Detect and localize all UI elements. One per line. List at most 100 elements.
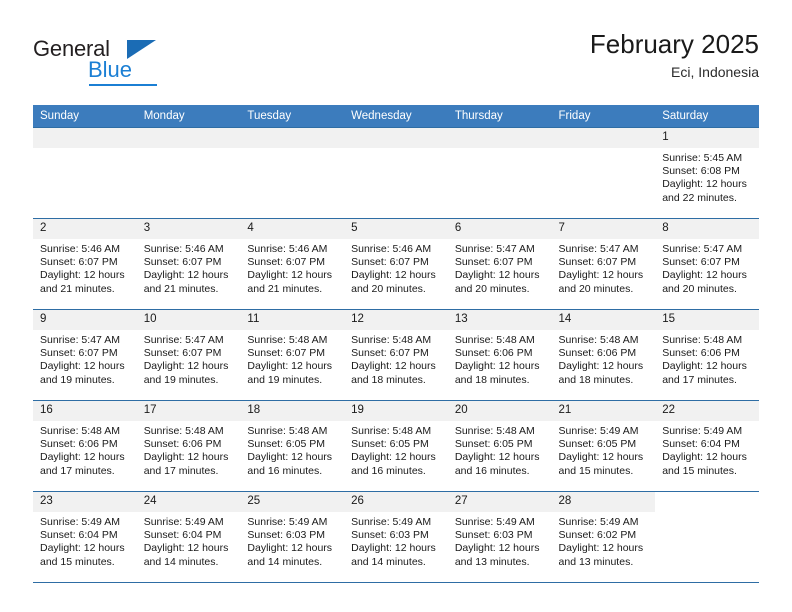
sunrise-text: Sunrise: 5:47 AM [662, 243, 743, 255]
weekday-header-thursday: Thursday [447, 105, 552, 128]
calendar-cell-empty [33, 127, 137, 219]
calendar-body: 1 Sunrise: 5:45 AM Sunset: 6:08 PM Daylight… [33, 127, 759, 583]
calendar-day-cell[interactable]: 12 Sunrise: 5:48 AM Sunset: 6:07 PM Dayligh… [344, 309, 448, 401]
day-number: 14 [551, 310, 656, 330]
sunrise-text: Sunrise: 5:49 AM [40, 516, 120, 528]
calendar-day-cell[interactable]: 26 Sunrise: 5:49 AM Sunset: 6:03 PM Dayligh… [344, 491, 448, 583]
calendar-day-cell[interactable]: 7 Sunrise: 5:47 AM Sunset: 6:07 PM Daylight… [551, 218, 656, 310]
calendar-table: Sunday Monday Tuesday Wednesday Thursday… [33, 105, 759, 583]
sun-info: Sunrise: 5:48 AM Sunset: 6:05 PM Daylight:… [344, 421, 448, 478]
day-number: 19 [344, 401, 448, 421]
logo-underline [89, 84, 157, 86]
sun-info: Sunrise: 5:47 AM Sunset: 6:07 PM Daylight:… [448, 239, 552, 296]
sunrise-text: Sunrise: 5:45 AM [662, 152, 743, 164]
sunset-text: Sunset: 6:05 PM [454, 438, 533, 451]
day-number: 12 [344, 310, 448, 330]
daylight-text: Daylight: 12 hours and 14 minutes. [351, 542, 436, 568]
sun-info: Sunrise: 5:47 AM Sunset: 6:07 PM Daylight:… [655, 239, 759, 296]
calendar-day-cell[interactable]: 3 Sunrise: 5:46 AM Sunset: 6:07 PM Daylight… [136, 218, 241, 310]
sunset-text: Sunset: 6:04 PM [40, 529, 118, 542]
daylight-text: Daylight: 12 hours and 17 minutes. [662, 360, 747, 386]
sun-info: Sunrise: 5:49 AM Sunset: 6:03 PM Daylight:… [344, 512, 448, 569]
calendar-day-cell[interactable]: 17 Sunrise: 5:48 AM Sunset: 6:06 PM Dayligh… [136, 400, 241, 492]
sunset-text: Sunset: 6:07 PM [662, 256, 740, 269]
daylight-text: Daylight: 12 hours and 18 minutes. [454, 360, 540, 386]
day-number: 18 [240, 401, 345, 421]
calendar-day-cell[interactable]: 19 Sunrise: 5:48 AM Sunset: 6:05 PM Dayligh… [344, 400, 448, 492]
daylight-text: Daylight: 12 hours and 19 minutes. [247, 360, 333, 386]
daylight-text: Daylight: 12 hours and 19 minutes. [143, 360, 229, 386]
daylight-text: Daylight: 12 hours and 20 minutes. [454, 269, 540, 295]
calendar-day-cell[interactable]: 22 Sunrise: 5:49 AM Sunset: 6:04 PM Dayligh… [655, 400, 759, 492]
day-number: 1 [655, 128, 759, 148]
sun-info: Sunrise: 5:49 AM Sunset: 6:03 PM Daylight:… [448, 512, 552, 569]
sunset-text: Sunset: 6:06 PM [454, 347, 533, 360]
sunset-text: Sunset: 6:04 PM [143, 529, 222, 542]
calendar-day-cell[interactable]: 21 Sunrise: 5:49 AM Sunset: 6:05 PM Dayligh… [551, 400, 656, 492]
sun-info: Sunrise: 5:48 AM Sunset: 6:05 PM Daylight:… [240, 421, 344, 478]
sun-info: Sunrise: 5:49 AM Sunset: 6:03 PM Daylight:… [240, 512, 344, 569]
calendar-day-cell[interactable]: 16 Sunrise: 5:48 AM Sunset: 6:06 PM Dayligh… [33, 400, 137, 492]
sunrise-text: Sunrise: 5:49 AM [558, 425, 639, 437]
sunrise-text: Sunrise: 5:47 AM [143, 334, 224, 346]
sunrise-text: Sunrise: 5:49 AM [454, 516, 535, 528]
calendar-day-cell[interactable]: 9 Sunrise: 5:47 AM Sunset: 6:07 PM Daylight… [33, 309, 137, 401]
sunset-text: Sunset: 6:07 PM [143, 347, 222, 360]
calendar-cell-empty [551, 127, 656, 219]
calendar-day-cell[interactable]: 8 Sunrise: 5:47 AM Sunset: 6:07 PM Daylight… [655, 218, 759, 310]
daylight-text: Daylight: 12 hours and 20 minutes. [351, 269, 436, 295]
sunrise-text: Sunrise: 5:49 AM [247, 516, 328, 528]
day-number: 2 [33, 219, 137, 239]
day-number: 15 [655, 310, 759, 330]
calendar-day-cell[interactable]: 24 Sunrise: 5:49 AM Sunset: 6:04 PM Dayligh… [136, 491, 241, 583]
sun-info: Sunrise: 5:49 AM Sunset: 6:04 PM Daylight:… [33, 512, 137, 569]
sunrise-text: Sunrise: 5:48 AM [143, 425, 224, 437]
calendar-day-cell[interactable]: 23 Sunrise: 5:49 AM Sunset: 6:04 PM Dayligh… [33, 491, 137, 583]
calendar-day-cell[interactable]: 6 Sunrise: 5:47 AM Sunset: 6:07 PM Daylight… [447, 218, 552, 310]
weekday-header-tuesday: Tuesday [240, 105, 345, 128]
sun-info: Sunrise: 5:49 AM Sunset: 6:02 PM Daylight:… [552, 512, 656, 569]
calendar-day-cell[interactable]: 1 Sunrise: 5:45 AM Sunset: 6:08 PM Daylight… [655, 127, 759, 219]
sunset-text: Sunset: 6:07 PM [143, 256, 222, 269]
calendar-day-cell[interactable]: 15 Sunrise: 5:48 AM Sunset: 6:06 PM Dayligh… [655, 309, 759, 401]
calendar-day-cell[interactable]: 18 Sunrise: 5:48 AM Sunset: 6:05 PM Dayligh… [240, 400, 345, 492]
sunset-text: Sunset: 6:04 PM [662, 438, 740, 451]
calendar-day-cell[interactable]: 27 Sunrise: 5:49 AM Sunset: 6:03 PM Dayligh… [447, 491, 552, 583]
calendar-day-cell[interactable]: 14 Sunrise: 5:48 AM Sunset: 6:06 PM Dayligh… [551, 309, 656, 401]
sun-info: Sunrise: 5:46 AM Sunset: 6:07 PM Daylight:… [344, 239, 448, 296]
sunset-text: Sunset: 6:07 PM [247, 256, 326, 269]
sunrise-text: Sunrise: 5:48 AM [351, 334, 432, 346]
sun-info: Sunrise: 5:48 AM Sunset: 6:06 PM Daylight:… [33, 421, 137, 478]
daylight-text: Daylight: 12 hours and 21 minutes. [247, 269, 333, 295]
day-number: 11 [240, 310, 345, 330]
day-number: 16 [33, 401, 137, 421]
sun-info: Sunrise: 5:49 AM Sunset: 6:04 PM Daylight:… [137, 512, 241, 569]
sun-info: Sunrise: 5:47 AM Sunset: 6:07 PM Daylight:… [33, 330, 137, 387]
day-number: 21 [551, 401, 656, 421]
sunset-text: Sunset: 6:07 PM [351, 347, 429, 360]
daylight-text: Daylight: 12 hours and 16 minutes. [351, 451, 436, 477]
calendar-day-cell[interactable]: 11 Sunrise: 5:48 AM Sunset: 6:07 PM Dayligh… [240, 309, 345, 401]
calendar-day-cell[interactable]: 5 Sunrise: 5:46 AM Sunset: 6:07 PM Daylight… [344, 218, 448, 310]
sunrise-text: Sunrise: 5:46 AM [143, 243, 224, 255]
calendar-day-cell[interactable]: 28 Sunrise: 5:49 AM Sunset: 6:02 PM Dayligh… [551, 491, 656, 583]
calendar-day-cell[interactable]: 25 Sunrise: 5:49 AM Sunset: 6:03 PM Dayligh… [240, 491, 345, 583]
sunrise-text: Sunrise: 5:48 AM [247, 425, 328, 437]
calendar-day-cell[interactable]: 13 Sunrise: 5:48 AM Sunset: 6:06 PM Dayligh… [447, 309, 552, 401]
day-number [240, 128, 345, 148]
daylight-text: Daylight: 12 hours and 21 minutes. [143, 269, 229, 295]
page-header: General Blue February 2025 Eci, Indonesi… [33, 28, 759, 98]
calendar-day-cell[interactable]: 20 Sunrise: 5:48 AM Sunset: 6:05 PM Dayligh… [447, 400, 552, 492]
calendar-day-cell[interactable]: 4 Sunrise: 5:46 AM Sunset: 6:07 PM Daylight… [240, 218, 345, 310]
daylight-text: Daylight: 12 hours and 17 minutes. [143, 451, 229, 477]
calendar-cell-empty [655, 491, 759, 583]
sunset-text: Sunset: 6:06 PM [40, 438, 118, 451]
calendar-week-row: 16 Sunrise: 5:48 AM Sunset: 6:06 PM Dayligh… [33, 400, 759, 492]
sunrise-text: Sunrise: 5:48 AM [558, 334, 639, 346]
calendar-day-cell[interactable]: 10 Sunrise: 5:47 AM Sunset: 6:07 PM Dayligh… [136, 309, 241, 401]
day-number [33, 128, 137, 148]
sunset-text: Sunset: 6:06 PM [558, 347, 637, 360]
calendar-day-cell[interactable]: 2 Sunrise: 5:46 AM Sunset: 6:07 PM Daylight… [33, 218, 137, 310]
daylight-text: Daylight: 12 hours and 15 minutes. [558, 451, 644, 477]
calendar-cell-empty [136, 127, 241, 219]
